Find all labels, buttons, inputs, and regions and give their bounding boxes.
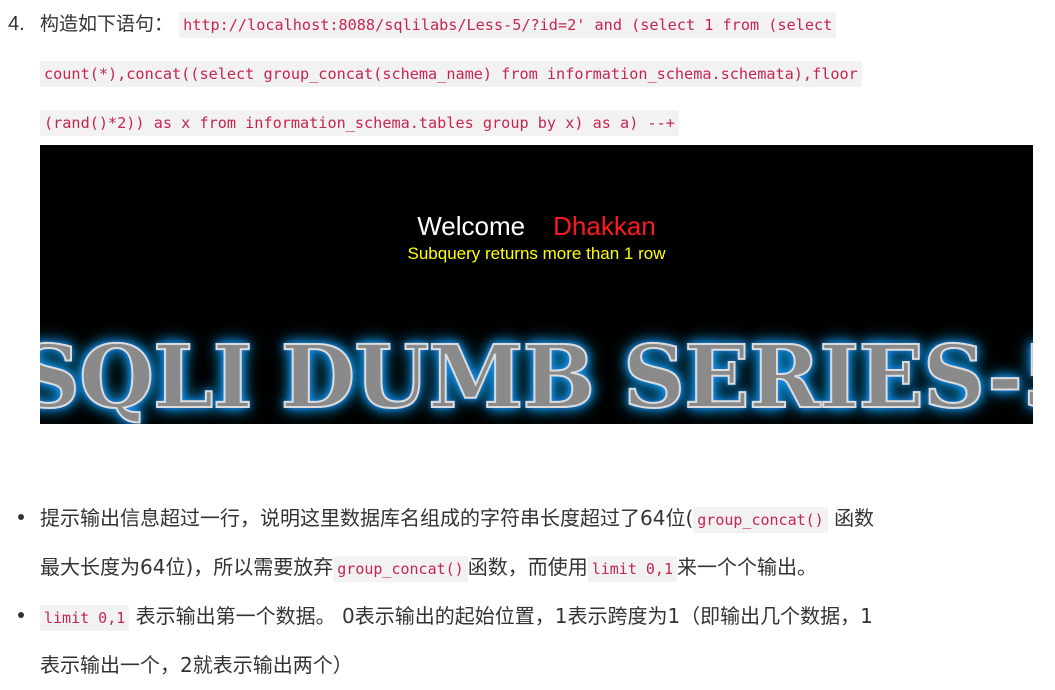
sql-injection-url-part-3: (rand()*2)) as x from information_schema… xyxy=(40,110,679,136)
error-message: Subquery returns more than 1 row xyxy=(407,244,666,263)
bullet-text: 函数 xyxy=(834,506,875,530)
welcome-line: Welcome Dhakkan xyxy=(40,211,1033,242)
inline-code: limit 0,1 xyxy=(40,605,130,631)
sql-injection-url-part-2: count(*),concat((select group_concat(sch… xyxy=(40,61,862,87)
bullet-text: 最大长度为64位)，所以需要放弃 xyxy=(40,555,334,579)
sqli-lab-result-screenshot: Welcome Dhakkan Subquery returns more tha… xyxy=(40,145,1033,424)
welcome-name: Dhakkan xyxy=(553,211,656,241)
list-item-continuation: 最大长度为64位)，所以需要放弃 group_concat() 函数，而使用 limi… xyxy=(8,543,1048,592)
list-item: limit 0,1 表示输出第一个数据。 0表示输出的起始位置，1表示跨度为1（… xyxy=(8,592,1048,641)
sqli-banner-logo: SQLI DUMB SERIES-5 xyxy=(40,326,1033,424)
list-item-continuation: 表示输出一个，2就表示输出两个） xyxy=(8,641,1048,690)
bullet-text: 表示输出第一个数据。 0表示输出的起始位置，1表示跨度为1（即输出几个数据，1 xyxy=(135,604,873,628)
inline-code: group_concat() xyxy=(333,556,468,582)
step-number: 4. xyxy=(8,13,25,35)
step-line-1: 4. 构造如下语句： http://localhost:8088/sqlilabs… xyxy=(8,0,1048,49)
bullet-text: 来一个个输出。 xyxy=(676,555,817,579)
bullet-text: 表示输出一个，2就表示输出两个） xyxy=(40,653,353,677)
bullet-text: 提示输出信息超过一行，说明这里数据库名组成的字符串长度超过了64位( xyxy=(40,506,694,530)
step-intro: 构造如下语句： xyxy=(40,13,174,35)
bullet-text: 函数，而使用 xyxy=(467,555,588,579)
bullet-icon xyxy=(18,514,24,520)
inline-code: limit 0,1 xyxy=(587,556,677,582)
step-4: 4. 构造如下语句： http://localhost:8088/sqlilabs… xyxy=(8,0,1048,147)
bullet-icon xyxy=(18,612,24,618)
step-line-3: (rand()*2)) as x from information_schema… xyxy=(40,98,1048,147)
sql-injection-url-part-1: http://localhost:8088/sqlilabs/Less-5/?i… xyxy=(179,12,837,38)
step-line-2: count(*),concat((select group_concat(sch… xyxy=(40,49,1048,98)
welcome-text: Welcome xyxy=(417,211,526,241)
explanation-list: 提示输出信息超过一行，说明这里数据库名组成的字符串长度超过了64位(group_… xyxy=(8,494,1048,690)
inline-code: group_concat() xyxy=(693,507,828,533)
list-item: 提示输出信息超过一行，说明这里数据库名组成的字符串长度超过了64位(group_… xyxy=(8,494,1048,543)
